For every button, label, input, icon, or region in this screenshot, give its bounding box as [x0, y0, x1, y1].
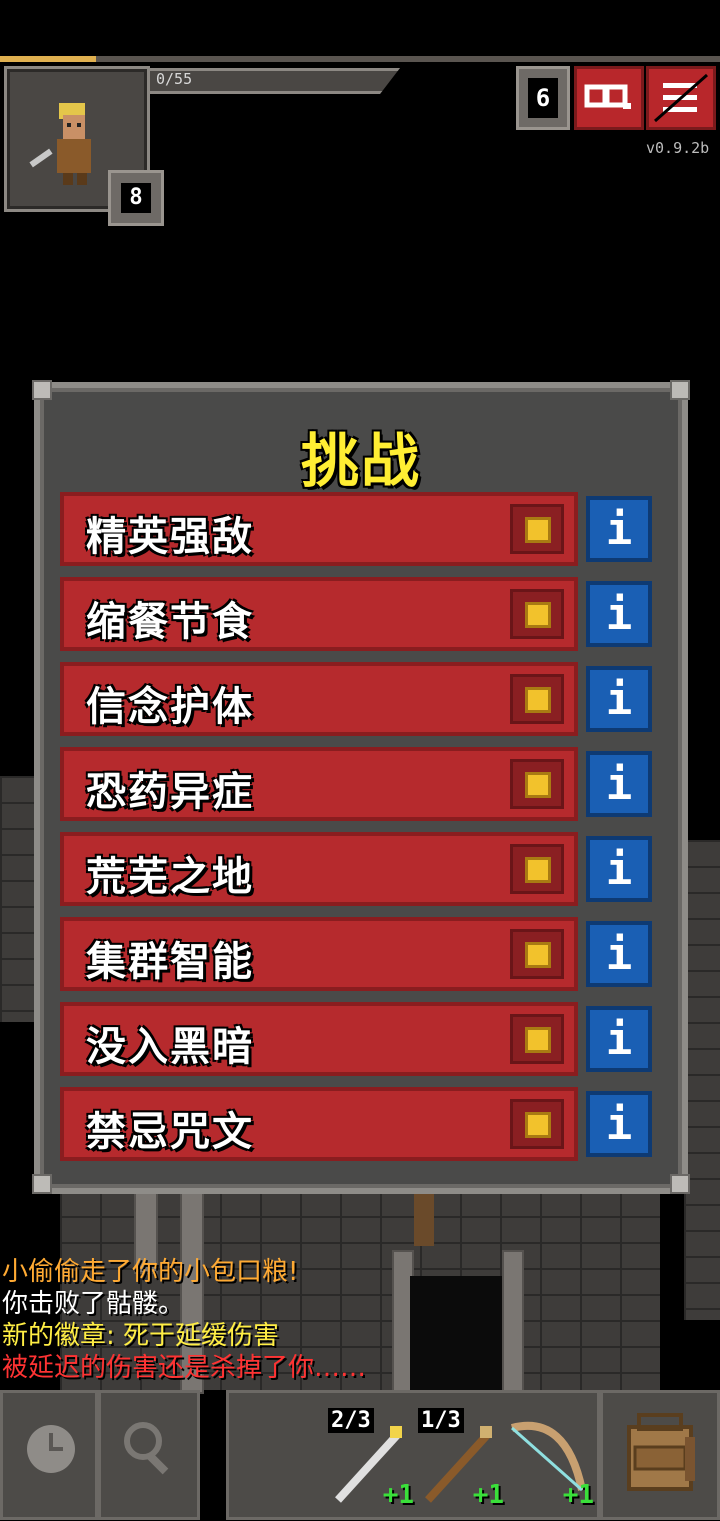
challenge-checkbox[interactable] [510, 589, 564, 639]
quickslot-upgrade: +1 [382, 1480, 414, 1510]
log-message: 新的徽章: 死于延缓伤害 [2, 1321, 280, 1351]
checkbox-checked-icon [525, 1112, 551, 1138]
wait-button[interactable] [0, 1390, 98, 1520]
journal-icon [584, 84, 631, 109]
challenge-label: 信念护体 [86, 684, 254, 730]
challenge-info-button[interactable]: i [586, 836, 652, 902]
challenge-label: 没入黑暗 [86, 1024, 254, 1070]
quickslot-3[interactable]: +1 [506, 1404, 594, 1514]
challenge-toggle-elite[interactable]: 精英强敌 [60, 492, 578, 566]
dungeon-doorway [410, 1276, 502, 1390]
journal-button[interactable] [574, 66, 644, 130]
menu-button[interactable] [646, 66, 716, 130]
dialog-corner [670, 380, 690, 400]
inventory-button[interactable] [600, 1390, 720, 1520]
hero-level: 8 [121, 183, 151, 213]
checkbox-checked-icon [525, 942, 551, 968]
challenge-toggle-diet[interactable]: 缩餐节食 [60, 577, 578, 651]
info-icon: i [605, 1014, 633, 1065]
challenge-label: 精英强敌 [86, 514, 254, 560]
dialog-title: 挑战 [300, 427, 421, 495]
challenge-checkbox[interactable] [510, 929, 564, 979]
dialog-corner [670, 1174, 690, 1194]
quickslot-upgrade: +1 [562, 1480, 594, 1510]
clock-icon [27, 1425, 75, 1473]
challenge-checkbox[interactable] [510, 1099, 564, 1149]
hero-level-badge: 8 [108, 170, 164, 226]
wooden-door [414, 1190, 434, 1246]
challenge-toggle-faith[interactable]: 信念护体 [60, 662, 578, 736]
quickslot-charges: 2/3 [328, 1408, 374, 1433]
challenge-toggle-darkness[interactable]: 没入黑暗 [60, 1002, 578, 1076]
dungeon-depth-indicator: 6 [516, 66, 570, 130]
challenge-toggle-swarm[interactable]: 集群智能 [60, 917, 578, 991]
info-icon: i [605, 1099, 633, 1150]
challenge-checkbox[interactable] [510, 674, 564, 724]
challenge-info-button[interactable]: i [586, 666, 652, 732]
challenge-toggle-pharmacophobia[interactable]: 恐药异症 [60, 747, 578, 821]
challenge-checkbox[interactable] [510, 759, 564, 809]
challenge-label: 缩餐节食 [86, 599, 254, 645]
challenge-label: 禁忌咒文 [86, 1109, 254, 1155]
experience-bar [0, 56, 720, 62]
challenge-label: 集群智能 [86, 939, 254, 985]
challenge-info-button[interactable]: i [586, 581, 652, 647]
health-text: 0/55 [156, 70, 193, 88]
quickslot-1[interactable]: 2/3 +1 [326, 1404, 414, 1514]
quickslot-upgrade: +1 [472, 1480, 504, 1510]
backpack-icon [627, 1413, 695, 1491]
dungeon-depth: 6 [528, 78, 558, 118]
log-message: 小偷偷走了你的小包口粮! [2, 1257, 299, 1287]
log-message: 你击败了骷髅。 [2, 1289, 185, 1319]
quickslot-charges: 1/3 [418, 1408, 464, 1433]
challenge-info-button[interactable]: i [586, 1091, 652, 1157]
checkbox-checked-icon [525, 687, 551, 713]
info-icon: i [605, 504, 633, 555]
challenge-info-button[interactable]: i [586, 1006, 652, 1072]
challenge-info-button[interactable]: i [586, 751, 652, 817]
challenge-info-button[interactable]: i [586, 496, 652, 562]
menu-icon [654, 73, 708, 123]
experience-bar-fill [0, 56, 96, 62]
version-label: v0.9.2b [646, 139, 710, 157]
dialog-corner [32, 1174, 52, 1194]
info-icon: i [605, 759, 633, 810]
checkbox-checked-icon [525, 1027, 551, 1053]
challenge-checkbox[interactable] [510, 504, 564, 554]
challenge-info-button[interactable]: i [586, 921, 652, 987]
checkbox-checked-icon [525, 857, 551, 883]
info-icon: i [605, 589, 633, 640]
challenge-label: 荒芜之地 [86, 854, 254, 900]
challenge-toggle-barren[interactable]: 荒芜之地 [60, 832, 578, 906]
quickslot-2[interactable]: 1/3 +1 [416, 1404, 504, 1514]
log-message: 被延迟的伤害还是杀掉了你…… [2, 1353, 367, 1383]
checkbox-checked-icon [525, 517, 551, 543]
info-icon: i [605, 929, 633, 980]
checkbox-checked-icon [525, 602, 551, 628]
dungeon-pillar [502, 1250, 524, 1394]
challenge-label: 恐药异症 [86, 769, 254, 815]
challenge-checkbox[interactable] [510, 1014, 564, 1064]
search-button[interactable] [98, 1390, 200, 1520]
info-icon: i [605, 844, 633, 895]
magnifier-icon [124, 1422, 169, 1475]
dialog-corner [32, 380, 52, 400]
checkbox-checked-icon [525, 772, 551, 798]
challenge-checkbox[interactable] [510, 844, 564, 894]
challenge-toggle-forbidden-runes[interactable]: 禁忌咒文 [60, 1087, 578, 1161]
info-icon: i [605, 674, 633, 725]
dungeon-wall-right [684, 840, 720, 1320]
